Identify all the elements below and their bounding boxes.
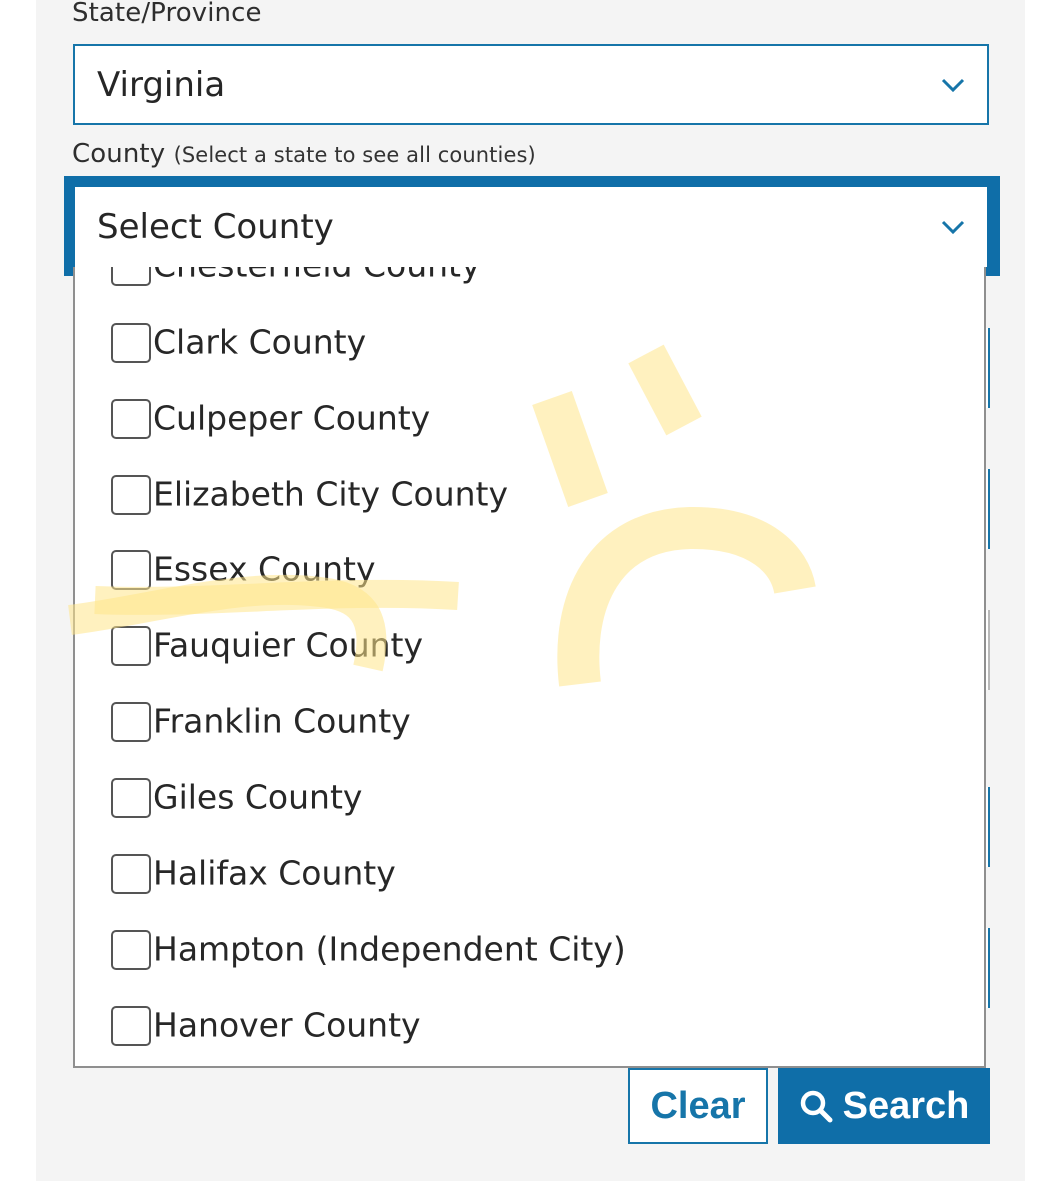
checkbox[interactable] — [111, 778, 151, 818]
county-option[interactable]: Culpeper County — [75, 381, 984, 457]
county-option-label: Elizabeth City County — [153, 474, 509, 514]
county-label: County (Select a state to see all counti… — [72, 139, 536, 169]
checkbox[interactable] — [111, 854, 151, 894]
checkbox[interactable] — [111, 323, 151, 363]
county-option-label: Essex County — [153, 549, 376, 589]
clear-button[interactable]: Clear — [628, 1068, 768, 1144]
state-select-value: Virginia — [97, 64, 226, 105]
state-label: State/Province — [72, 0, 262, 28]
checkbox[interactable] — [111, 930, 151, 970]
county-option[interactable]: Franklin County — [75, 684, 984, 760]
county-option[interactable]: Chesterfield County — [75, 267, 984, 304]
county-hint: (Select a state to see all counties) — [173, 143, 536, 167]
county-option[interactable]: Giles County — [75, 760, 984, 836]
checkbox[interactable] — [111, 702, 151, 742]
county-option-label: Hampton (Independent City) — [153, 929, 626, 969]
county-select[interactable]: Select County — [75, 187, 987, 267]
checkbox[interactable] — [111, 475, 151, 515]
county-option-label: Hanover County — [153, 1005, 421, 1045]
county-option-label: Franklin County — [153, 701, 411, 741]
checkbox[interactable] — [111, 550, 151, 590]
chevron-down-icon — [941, 78, 965, 92]
county-option-label: Giles County — [153, 777, 363, 817]
county-select-placeholder: Select County — [97, 207, 334, 247]
county-option[interactable]: Fauquier County — [75, 608, 984, 684]
county-option-label: Clark County — [153, 322, 367, 362]
county-option-label: Culpeper County — [153, 398, 431, 438]
search-button[interactable]: Search — [778, 1068, 990, 1144]
search-icon — [800, 1090, 833, 1123]
checkbox[interactable] — [111, 1006, 151, 1046]
county-option-label: Halifax County — [153, 853, 396, 893]
chevron-down-icon — [941, 220, 965, 235]
county-option-label: Chesterfield County — [153, 267, 481, 285]
county-option-label: Fauquier County — [153, 625, 424, 665]
county-dropdown-list[interactable]: Chesterfield County Clark County Culpepe… — [73, 267, 986, 1068]
county-label-text: County — [72, 139, 166, 169]
county-option[interactable]: Clark County — [75, 305, 984, 381]
checkbox[interactable] — [111, 626, 151, 666]
county-option[interactable]: Essex County — [75, 532, 984, 608]
checkbox[interactable] — [111, 267, 151, 286]
county-option[interactable]: Halifax County — [75, 836, 984, 912]
county-option[interactable]: Hampton (Independent City) — [75, 912, 984, 988]
search-button-label: Search — [842, 1084, 970, 1127]
county-option[interactable]: Elizabeth City County — [75, 457, 984, 533]
state-select[interactable]: Virginia — [73, 44, 989, 125]
checkbox[interactable] — [111, 399, 151, 439]
county-option[interactable]: Hanover County — [75, 988, 984, 1064]
